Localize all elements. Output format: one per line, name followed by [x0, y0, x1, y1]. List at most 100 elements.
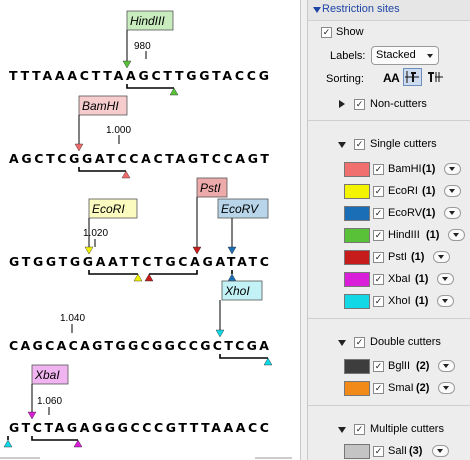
divider — [308, 405, 470, 406]
enzyme-checkbox[interactable]: ✓ — [373, 361, 384, 372]
sort-by-group-icon[interactable] — [426, 69, 444, 85]
enzyme-menu-button[interactable] — [437, 273, 454, 285]
color-swatch[interactable] — [344, 381, 370, 396]
enzyme-label-xbai[interactable]: XbaI — [34, 368, 60, 382]
sequence-text[interactable]: CAGCACAGTGGCGGCCGCTCGA — [9, 338, 270, 353]
split-pane-divider[interactable] — [300, 0, 308, 460]
chevron-down-icon — [427, 54, 433, 58]
enzyme-name: HindIII — [388, 229, 420, 241]
cut-count: (1) — [415, 273, 429, 285]
labels-dropdown-value: Stacked — [376, 49, 416, 61]
sequence-row-1: 980 TTTAAACTTAAGCTTGGTACCG HindIII — [9, 10, 270, 96]
section-header[interactable]: Restriction sites — [308, 0, 470, 21]
expand-icon[interactable] — [313, 7, 321, 13]
cut-count: (2) — [416, 360, 430, 372]
single-cutters-checkbox[interactable]: ✓ — [354, 139, 365, 150]
enzyme-label-hindiii[interactable]: HindIII — [130, 14, 165, 28]
enzyme-name: SalI — [388, 445, 407, 457]
sort-position-icon — [405, 71, 419, 83]
enzyme-name: XhoI — [388, 295, 411, 307]
sequence-text[interactable]: GTGGTGGAATTCTGCAGATATC — [9, 254, 270, 269]
cut-count: (1) — [422, 207, 436, 219]
cut-count: (1) — [426, 229, 440, 241]
collapse-double-cutters-icon[interactable] — [338, 340, 346, 346]
enzyme-menu-button[interactable] — [448, 229, 465, 241]
position-number: 1.000 — [106, 125, 131, 136]
enzyme-menu-button[interactable] — [444, 207, 461, 219]
enzyme-menu-button[interactable] — [444, 185, 461, 197]
sequence-text[interactable]: GTCTAGAGGGCCCGTTTAAACC — [9, 420, 270, 435]
site-xhoi-continued[interactable] — [3, 436, 13, 448]
sequence-text[interactable]: AGCTCGGATCCACTAGTCCAGT — [9, 151, 270, 166]
section-title[interactable]: Restriction sites — [322, 3, 400, 15]
collapse-single-cutters-icon[interactable] — [338, 142, 346, 148]
enzyme-name: XbaI — [388, 273, 411, 285]
sequence-row-4: 1.040 CAGCACAGTGGCGGCCGCTCGA XhoI — [9, 280, 273, 366]
color-swatch[interactable] — [344, 162, 370, 177]
position-number: 1.020 — [83, 228, 108, 239]
enzyme-checkbox[interactable]: ✓ — [373, 296, 384, 307]
multiple-cutters-label: Multiple cutters — [370, 423, 444, 435]
sequence-text[interactable]: TTTAAACTTAAGCTTGGTACCG — [9, 68, 270, 83]
show-label: Show — [336, 26, 364, 38]
enzyme-label-ecori[interactable]: EcoRI — [92, 202, 125, 216]
enzyme-checkbox[interactable]: ✓ — [373, 230, 384, 241]
non-cutters-checkbox[interactable]: ✓ — [354, 99, 365, 110]
color-swatch[interactable] — [344, 294, 370, 309]
enzyme-label-ecorv[interactable]: EcoRV — [221, 202, 259, 216]
enzyme-menu-button[interactable] — [432, 445, 449, 457]
enzyme-checkbox[interactable]: ✓ — [373, 252, 384, 263]
sort-by-cut-position-button[interactable] — [403, 68, 422, 86]
cut-count: (3) — [409, 445, 423, 457]
enzyme-menu-button[interactable] — [438, 360, 455, 372]
enzyme-checkbox[interactable]: ✓ — [373, 274, 384, 285]
enzyme-menu-button[interactable] — [433, 251, 450, 263]
sort-alphabetical-icon[interactable]: AA — [383, 71, 400, 85]
color-swatch[interactable] — [344, 250, 370, 265]
color-swatch[interactable] — [344, 359, 370, 374]
enzyme-menu-button[interactable] — [438, 382, 455, 394]
color-swatch[interactable] — [344, 184, 370, 199]
double-cutters-checkbox[interactable]: ✓ — [354, 337, 365, 348]
enzyme-name: EcoRV — [388, 207, 423, 219]
enzyme-checkbox[interactable]: ✓ — [373, 446, 384, 457]
divider — [308, 120, 470, 121]
side-panel: Restriction sites ✓ Show Labels: Stacked… — [308, 0, 470, 460]
collapse-multiple-cutters-icon[interactable] — [338, 427, 346, 433]
cut-count: (1) — [422, 163, 436, 175]
cut-count: (1) — [415, 295, 429, 307]
enzyme-label-psti[interactable]: PstI — [200, 181, 221, 195]
enzyme-menu-button[interactable] — [444, 163, 461, 175]
cut-count: (1) — [411, 251, 425, 263]
enzyme-name: SmaI — [388, 382, 414, 394]
color-swatch[interactable] — [344, 206, 370, 221]
position-number: 980 — [134, 41, 151, 52]
cut-count: (1) — [422, 185, 436, 197]
cut-count: (2) — [416, 382, 430, 394]
non-cutters-label: Non-cutters — [370, 98, 427, 110]
sorting-label: Sorting: — [326, 73, 364, 85]
color-swatch[interactable] — [344, 272, 370, 287]
enzyme-checkbox[interactable]: ✓ — [373, 164, 384, 175]
show-checkbox[interactable]: ✓ — [321, 27, 332, 38]
sequence-view[interactable]: 980 TTTAAACTTAAGCTTGGTACCG HindIII 1.000… — [0, 0, 300, 460]
labels-dropdown[interactable]: Stacked — [371, 46, 439, 65]
enzyme-checkbox[interactable]: ✓ — [373, 186, 384, 197]
color-swatch[interactable] — [344, 444, 370, 459]
divider — [308, 318, 470, 319]
enzyme-name: PstI — [388, 251, 407, 263]
single-cutters-label: Single cutters — [370, 138, 437, 150]
expand-non-cutters-icon[interactable] — [339, 100, 345, 108]
enzyme-checkbox[interactable]: ✓ — [373, 383, 384, 394]
color-swatch[interactable] — [344, 228, 370, 243]
enzyme-name: EcoRI — [388, 185, 418, 197]
enzyme-label-xhoi[interactable]: XhoI — [224, 284, 250, 298]
sequence-row-3: 1.020 GTGGTGGAATTCTGCAGATATC EcoRI PstI … — [9, 177, 270, 282]
position-number: 1.060 — [37, 396, 62, 407]
sequence-row-5: 1.060 GTCTAGAGGGCCCGTTTAAACC XbaI — [3, 364, 270, 448]
enzyme-label-bamhi[interactable]: BamHI — [82, 99, 119, 113]
enzyme-checkbox[interactable]: ✓ — [373, 208, 384, 219]
multiple-cutters-checkbox[interactable]: ✓ — [354, 424, 365, 435]
enzyme-menu-button[interactable] — [437, 295, 454, 307]
enzyme-name: BamHI — [388, 163, 422, 175]
